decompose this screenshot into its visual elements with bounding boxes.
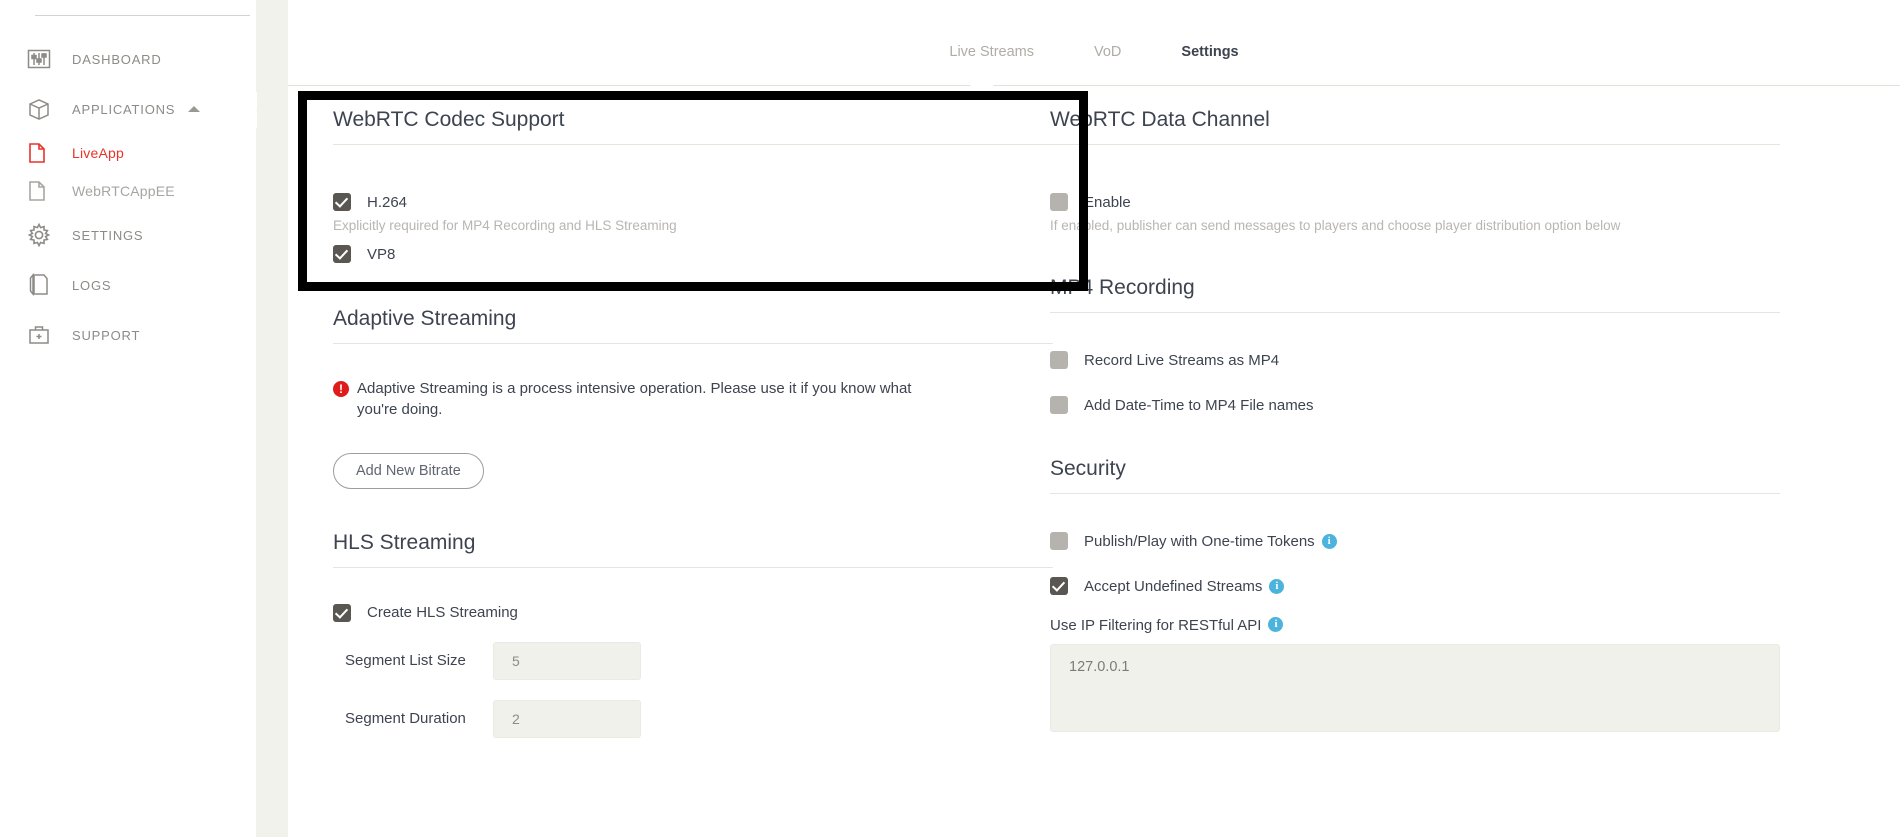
sidebar-item-label: LOGS [72,277,112,293]
sidebar-nav: DASHBOARD APPLICATIONS LiveApp WebRTCApp… [0,34,256,360]
security-section: Security Publish/Play with One-time Toke… [1050,457,1780,737]
content-panel: Live Streams VoD Settings WebRTC Codec S… [288,18,1900,837]
webrtc-data-channel-section: WebRTC Data Channel Enable If enabled, p… [1050,108,1780,233]
checkbox-data-channel-enable[interactable]: Enable [1050,193,1780,211]
ip-filter-textarea[interactable]: 127.0.0.1 [1050,644,1780,732]
box-icon [22,92,56,126]
logs-icon [22,268,56,302]
warning-icon [333,380,349,398]
sidebar-item-label: SETTINGS [72,227,144,243]
sliders-icon [22,42,56,76]
segment-duration-input[interactable] [493,699,641,738]
section-title: WebRTC Data Channel [1050,108,1270,131]
checkbox-label: Create HLS Streaming [367,604,518,622]
checkbox-publish-play-one-time-tokens[interactable]: Publish/Play with One-time Tokens [1050,532,1780,550]
app-root: DASHBOARD APPLICATIONS LiveApp WebRTCApp… [0,0,1900,837]
tab-vod[interactable]: VoD [1092,40,1123,64]
checkbox-h264[interactable]: H.264 [333,193,1053,211]
sidebar-item-label: LiveApp [72,145,124,161]
checkbox-box[interactable] [333,245,351,263]
section-divider [1050,312,1780,313]
checkbox-vp8[interactable]: VP8 [333,245,1053,263]
webrtc-codec-support-section: WebRTC Codec Support H.264 Explicitly re… [333,108,1053,263]
info-icon[interactable] [1321,533,1337,549]
sidebar-divider [35,15,250,16]
checkbox-add-datetime-to-mp4-filenames[interactable]: Add Date-Time to MP4 File names [1050,396,1780,414]
gutter-pointer-mask [240,92,257,128]
section-divider [1050,144,1780,145]
mp4-recording-section: MP4 Recording Record Live Streams as MP4… [1050,276,1780,414]
sidebar-item-label: WebRTCAppEE [72,183,175,199]
ip-filter-label-row: Use IP Filtering for RESTful API [1050,617,1780,634]
checkbox-label: Publish/Play with One-time Tokens [1084,532,1315,550]
section-divider [333,144,1053,145]
sidebar-item-webrtcappee[interactable]: WebRTCAppEE [0,172,256,210]
sidebar-item-liveapp[interactable]: LiveApp [0,134,256,172]
tab-settings[interactable]: Settings [1179,40,1240,64]
info-icon[interactable] [1269,578,1285,594]
adaptive-warning: Adaptive Streaming is a process intensiv… [333,378,1053,421]
checkbox-label: H.264 [367,193,408,211]
checkbox-box[interactable] [1050,577,1068,595]
left-settings-column: WebRTC Codec Support H.264 Explicitly re… [333,108,1053,738]
sidebar-item-label: SUPPORT [72,327,141,343]
file-icon [22,138,52,168]
tab-bar-divider [288,85,1900,86]
sidebar-item-label: DASHBOARD [72,51,162,67]
field-segment-duration: Segment Duration [333,699,1053,738]
checkbox-box[interactable] [1050,532,1068,550]
checkbox-help-text: If enabled, publisher can send messages … [1050,218,1621,233]
adaptive-streaming-section: Adaptive Streaming Adaptive Streaming is… [333,307,1053,489]
warning-text: Adaptive Streaming is a process intensiv… [357,380,912,419]
sidebar: DASHBOARD APPLICATIONS LiveApp WebRTCApp… [0,0,256,837]
sidebar-item-settings[interactable]: SETTINGS [0,210,256,260]
checkbox-accept-undefined-streams[interactable]: Accept Undefined Streams [1050,577,1780,595]
field-label: Segment List Size [345,652,466,670]
ip-filter-label: Use IP Filtering for RESTful API [1050,617,1262,634]
gutter-pointer-icon [256,92,272,128]
checkbox-box[interactable] [333,603,351,622]
info-icon[interactable] [1268,617,1284,632]
sidebar-item-support[interactable]: SUPPORT [0,310,256,360]
checkbox-record-live-streams-as-mp4[interactable]: Record Live Streams as MP4 [1050,351,1780,369]
right-settings-column: WebRTC Data Channel Enable If enabled, p… [1050,108,1780,737]
active-tab-indicator [970,74,994,86]
gear-icon [22,218,56,252]
checkbox-create-hls-streaming[interactable]: Create HLS Streaming [333,603,1053,622]
sidebar-item-applications[interactable]: APPLICATIONS [0,84,256,134]
section-title: MP4 Recording [1050,276,1195,299]
checkbox-box[interactable] [1050,351,1068,369]
section-title: WebRTC Codec Support [333,108,565,131]
checkbox-label: VP8 [367,245,396,263]
support-icon [22,318,56,352]
field-segment-list-size: Segment List Size [333,641,1053,680]
field-label: Segment Duration [345,710,466,728]
file-icon [22,176,52,206]
section-divider [333,566,1053,568]
sidebar-item-logs[interactable]: LOGS [0,260,256,310]
checkbox-label: Enable [1084,193,1131,211]
checkbox-label: Record Live Streams as MP4 [1084,351,1280,369]
add-new-bitrate-button[interactable]: Add New Bitrate [333,452,484,489]
segment-list-size-input[interactable] [493,641,641,680]
sidebar-item-dashboard[interactable]: DASHBOARD [0,34,256,84]
hls-streaming-section: HLS Streaming Create HLS Streaming Segme… [333,531,1053,738]
section-divider [1050,493,1780,494]
section-divider [333,343,1053,344]
checkbox-box[interactable] [333,193,351,211]
section-title: HLS Streaming [333,530,476,554]
tab-live-streams[interactable]: Live Streams [947,40,1036,64]
checkbox-help-text: Explicitly required for MP4 Recording an… [333,218,677,233]
chevron-up-icon[interactable] [188,106,200,112]
sidebar-item-label: APPLICATIONS [72,101,176,117]
section-title: Security [1050,457,1126,480]
checkbox-label: Add Date-Time to MP4 File names [1084,396,1314,414]
checkbox-box[interactable] [1050,193,1068,211]
tab-bar: Live Streams VoD Settings [288,40,1900,64]
section-title: Adaptive Streaming [333,307,517,330]
checkbox-label: Accept Undefined Streams [1084,577,1263,595]
checkbox-box[interactable] [1050,396,1068,414]
